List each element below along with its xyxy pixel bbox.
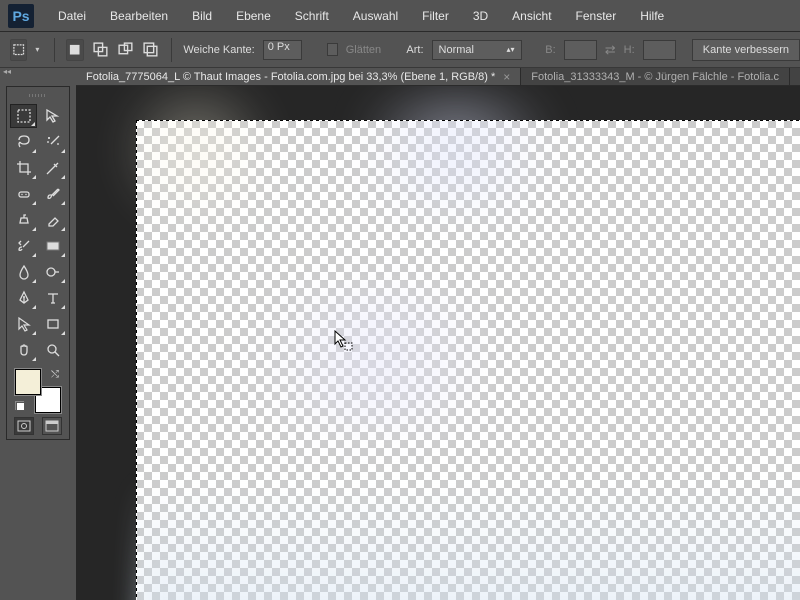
swap-colors-icon[interactable]: ⤭	[51, 369, 59, 380]
document-tab-label: Fotolia_7775064_L © Thaut Images - Fotol…	[86, 71, 495, 83]
eraser-tool[interactable]	[39, 208, 66, 232]
move-tool[interactable]	[39, 104, 66, 128]
selection-subtract-icon[interactable]	[117, 39, 134, 61]
antialias-label: Glätten	[346, 44, 381, 56]
hand-tool[interactable]	[10, 338, 37, 362]
tools-panel: ⤭	[6, 86, 70, 440]
menu-auswahl[interactable]: Auswahl	[341, 5, 410, 27]
healing-brush-tool[interactable]	[10, 182, 37, 206]
canvas[interactable]	[136, 120, 800, 600]
screen-mode-button[interactable]	[42, 417, 62, 435]
tool-preset-dropdown[interactable]: ▾	[35, 45, 41, 54]
menu-schrift[interactable]: Schrift	[283, 5, 341, 27]
rectangle-tool[interactable]	[39, 312, 66, 336]
height-input	[643, 40, 676, 60]
transparency-grid	[136, 120, 800, 600]
marquee-tool[interactable]	[10, 104, 37, 128]
menu-datei[interactable]: Datei	[46, 5, 98, 27]
close-icon[interactable]: ×	[503, 70, 510, 84]
dodge-tool[interactable]	[39, 260, 66, 284]
feather-input[interactable]: 0 Px	[263, 40, 302, 60]
options-bar: ▾ Weiche Kante: 0 Px Glätten Art: Normal…	[0, 32, 800, 68]
foreground-color-swatch[interactable]	[15, 369, 41, 395]
pen-tool[interactable]	[10, 286, 37, 310]
antialias-checkbox	[327, 43, 337, 56]
brush-tool[interactable]	[39, 182, 66, 206]
default-colors-icon[interactable]	[15, 401, 25, 411]
document-tab[interactable]: Fotolia_31333343_M - © Jürgen Fälchle - …	[521, 68, 790, 85]
color-swatches: ⤭	[13, 369, 63, 413]
magic-wand-tool[interactable]	[39, 130, 66, 154]
document-tab-bar: Fotolia_7775064_L © Thaut Images - Fotol…	[76, 68, 800, 86]
document-tab-label: Fotolia_31333343_M - © Jürgen Fälchle - …	[531, 71, 779, 83]
menu-hilfe[interactable]: Hilfe	[628, 5, 676, 27]
width-label: B:	[545, 44, 555, 56]
menu-fenster[interactable]: Fenster	[564, 5, 629, 27]
height-label: H:	[624, 44, 635, 56]
menu-bar: Ps Datei Bearbeiten Bild Ebene Schrift A…	[0, 0, 800, 32]
menu-bearbeiten[interactable]: Bearbeiten	[98, 5, 180, 27]
menu-ebene[interactable]: Ebene	[224, 5, 283, 27]
selection-new-icon[interactable]	[66, 39, 83, 61]
gradient-tool[interactable]	[39, 234, 66, 258]
separator	[54, 38, 55, 62]
selection-intersect-icon[interactable]	[142, 39, 159, 61]
refine-edge-button[interactable]: Kante verbessern	[692, 39, 800, 61]
work-area[interactable]	[76, 86, 800, 600]
panel-grip[interactable]	[9, 91, 67, 99]
width-input	[564, 40, 597, 60]
tool-preset-icon[interactable]	[10, 39, 27, 61]
style-select[interactable]: Normal▴▾	[432, 40, 522, 60]
type-tool[interactable]	[39, 286, 66, 310]
eyedropper-tool[interactable]	[39, 156, 66, 180]
standard-mode-button[interactable]	[14, 417, 34, 435]
path-selection-tool[interactable]	[10, 312, 37, 336]
history-brush-tool[interactable]	[10, 234, 37, 258]
menu-ansicht[interactable]: Ansicht	[500, 5, 563, 27]
app-logo[interactable]: Ps	[8, 4, 34, 28]
menu-filter[interactable]: Filter	[410, 5, 461, 27]
swap-wh-icon: ⇄	[605, 42, 616, 58]
feather-label: Weiche Kante:	[183, 44, 254, 56]
separator	[171, 38, 172, 62]
clone-stamp-tool[interactable]	[10, 208, 37, 232]
menu-bild[interactable]: Bild	[180, 5, 224, 27]
lasso-tool[interactable]	[10, 130, 37, 154]
crop-tool[interactable]	[10, 156, 37, 180]
style-label: Art:	[406, 44, 423, 56]
blur-tool[interactable]	[10, 260, 37, 284]
menu-3d[interactable]: 3D	[461, 5, 500, 27]
document-tab-active[interactable]: Fotolia_7775064_L © Thaut Images - Fotol…	[76, 68, 521, 85]
zoom-tool[interactable]	[39, 338, 66, 362]
panel-collapse-icon[interactable]: ◂◂	[0, 68, 14, 76]
selection-add-icon[interactable]	[92, 39, 109, 61]
